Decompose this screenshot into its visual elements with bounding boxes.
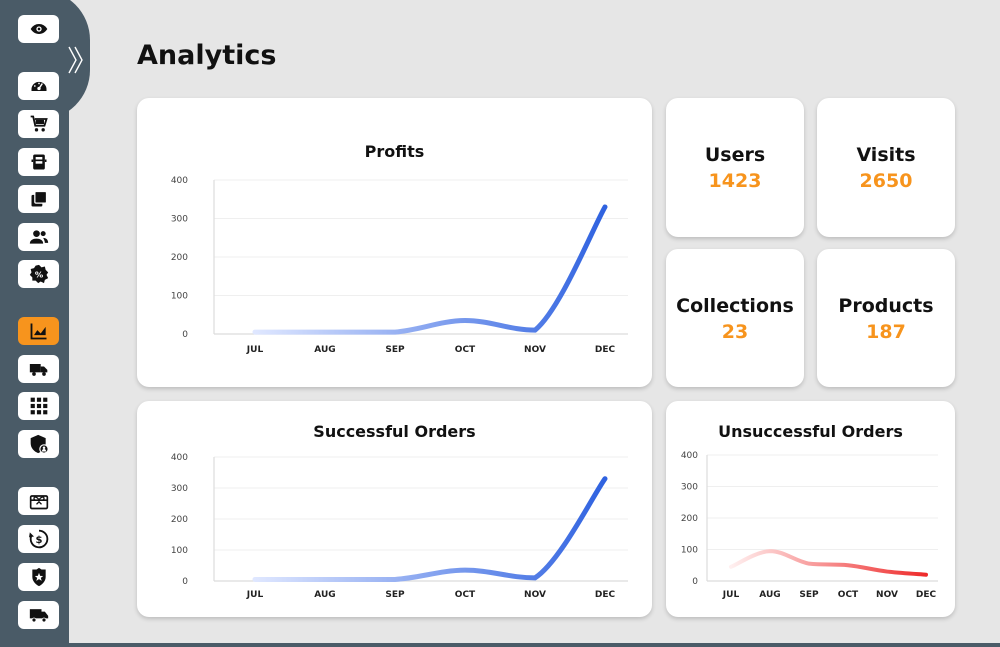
discount-badge-icon: % (29, 264, 48, 284)
y-tick-label: 200 (171, 515, 188, 525)
sidebar-item-analytics[interactable] (18, 317, 59, 345)
y-tick-label: 100 (171, 546, 188, 556)
y-tick-label: 300 (171, 215, 188, 225)
shopping-cart-icon (30, 115, 48, 132)
x-tick-label: DEC (595, 590, 616, 600)
series-line (252, 476, 608, 582)
x-tick-label: DEC (595, 345, 616, 355)
apps-grid-icon (30, 397, 47, 415)
sidebar-item-customers[interactable] (18, 223, 59, 251)
expand-chevron-icon[interactable] (66, 44, 86, 76)
x-tick-label: JUL (722, 590, 740, 600)
sidebar-item-orders[interactable] (18, 110, 59, 138)
sidebar-item-discounts[interactable]: % (18, 260, 59, 288)
bottom-border (69, 643, 1000, 647)
stat-label: Users (704, 144, 766, 166)
x-tick-label: NOV (524, 590, 546, 600)
police-badge-icon (31, 567, 46, 587)
x-tick-label: JUL (246, 345, 264, 355)
archive-box-icon (31, 154, 46, 170)
sidebar-item-gift-cards[interactable] (18, 487, 59, 515)
svg-text:%: % (34, 269, 43, 279)
sidebar-item-dashboard[interactable] (18, 72, 59, 100)
shipping-truck-icon (29, 609, 48, 623)
collections-stat-card[interactable]: Collections 23 (666, 249, 804, 387)
stat-value: 1423 (708, 170, 762, 192)
y-tick-label: 200 (171, 253, 188, 263)
y-tick-label: 0 (182, 330, 188, 340)
y-tick-label: 100 (681, 546, 698, 556)
svg-text:$: $ (35, 535, 42, 546)
users-icon (29, 230, 48, 244)
products-stat-card[interactable]: Products 187 (817, 249, 955, 387)
x-tick-label: AUG (314, 345, 335, 355)
x-tick-label: NOV (876, 590, 898, 600)
eye-icon (30, 24, 47, 34)
y-tick-label: 0 (692, 577, 698, 587)
y-tick-label: 400 (171, 453, 188, 463)
delivery-truck-icon (29, 364, 47, 376)
refund-dollar-icon: $ (28, 529, 48, 549)
unsuccessful-orders-chart: 0 100 200 300 400 JUL AUG SEP OCT NOV DEC (681, 451, 938, 600)
x-tick-label: OCT (455, 590, 476, 600)
users-stat-card[interactable]: Users 1423 (666, 98, 804, 237)
x-tick-label: JUL (246, 590, 264, 600)
x-tick-label: OCT (455, 345, 476, 355)
profits-chart-card: Profits 0 100 200 300 400 JUL AUG SEP OCT NOV DEC (137, 98, 652, 387)
sidebar-item-delivery[interactable] (18, 601, 59, 629)
x-tick-label: NOV (524, 345, 546, 355)
sidebar-item-refunds[interactable]: $ (18, 525, 59, 553)
x-tick-label: OCT (838, 590, 859, 600)
x-tick-label: AUG (314, 590, 335, 600)
successful-orders-chart: 0 100 200 300 400 JUL AUG SEP OCT NOV DEC (171, 453, 628, 600)
x-tick-label: DEC (916, 590, 937, 600)
stat-value: 23 (721, 321, 749, 343)
stat-label: Visits (856, 144, 916, 166)
series-line (252, 204, 608, 335)
sidebar-item-security[interactable] (18, 563, 59, 591)
y-tick-label: 200 (681, 514, 698, 524)
x-tick-label: AUG (759, 590, 780, 600)
x-tick-label: SEP (385, 345, 405, 355)
x-tick-label: SEP (799, 590, 819, 600)
successful-orders-chart-card: Successful Orders 0 100 200 300 400 JUL AUG SEP… (137, 401, 652, 617)
admin-shield-icon (30, 434, 49, 454)
stat-label: Products (838, 295, 934, 317)
y-tick-label: 0 (182, 577, 188, 587)
profits-chart: 0 100 200 300 400 JUL AUG SEP OCT NOV DEC (171, 176, 628, 355)
collections-icon (31, 190, 47, 207)
stat-value: 2650 (859, 170, 913, 192)
x-tick-label: SEP (385, 590, 405, 600)
sidebar-item-shipping[interactable] (18, 355, 59, 383)
sidebar-item-inventory[interactable] (18, 148, 59, 176)
analytics-chart-icon (30, 323, 46, 340)
sidebar-item-admin[interactable] (18, 430, 59, 458)
stat-value: 187 (866, 321, 906, 343)
y-tick-label: 400 (171, 176, 188, 186)
stat-label: Collections (676, 295, 794, 317)
y-tick-label: 400 (681, 451, 698, 461)
sidebar-item-apps[interactable] (18, 392, 59, 420)
unsuccessful-orders-chart-card: Unsuccessful Orders 0 100 200 300 400 JUL AUG S… (666, 401, 955, 617)
series-line (729, 549, 928, 577)
y-tick-label: 100 (171, 292, 188, 302)
dashboard-gauge-icon (31, 81, 46, 91)
sidebar-item-collections[interactable] (18, 185, 59, 213)
page-title: Analytics (137, 40, 277, 71)
gift-card-icon (29, 495, 48, 510)
y-tick-label: 300 (681, 483, 698, 493)
sidebar-item-preview[interactable] (18, 15, 59, 43)
visits-stat-card[interactable]: Visits 2650 (817, 98, 955, 237)
y-tick-label: 300 (171, 484, 188, 494)
